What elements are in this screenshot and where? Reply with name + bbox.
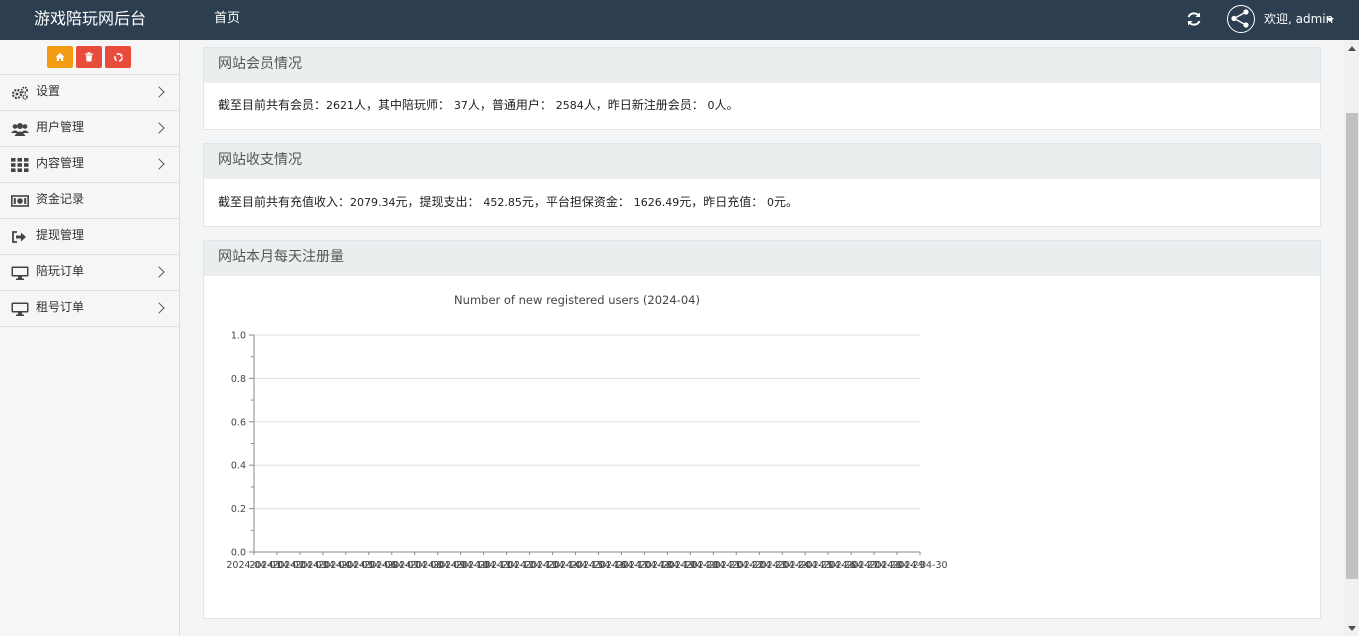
recycle-icon	[113, 52, 123, 62]
user-menu-toggle[interactable]: 欢迎, admin	[1264, 0, 1333, 40]
money-icon	[11, 195, 29, 207]
gears-icon	[11, 86, 28, 100]
home-button[interactable]	[47, 46, 73, 68]
chevron-right-icon	[153, 302, 165, 314]
sidebar-item-withdraw[interactable]: 提现管理	[0, 219, 179, 255]
chart-y-tick-label: 0.0	[231, 548, 246, 559]
recharge-income-value: 2079.34	[350, 196, 396, 209]
members-text: 人，昨日新注册会员：	[583, 98, 704, 112]
refresh-icon[interactable]	[1185, 10, 1203, 28]
finance-text: 截至目前共有充值收入：	[218, 195, 351, 209]
sidebar-item-label: 资金记录	[36, 192, 85, 206]
sign-out-icon	[12, 231, 26, 243]
trash-icon	[85, 52, 93, 62]
sidebar: 设置 用户管理 内容管理 资金记录 提现管理 陪玩订单 租号订单	[0, 40, 180, 636]
members-panel: 网站会员情况 截至目前共有会员：2621人，其中陪玩师： 37人，普通用户： 2…	[203, 47, 1321, 130]
yesterday-new-value: 0	[707, 99, 715, 112]
users-icon	[11, 123, 29, 136]
recycle-button[interactable]	[105, 46, 131, 68]
sidebar-item-label: 内容管理	[36, 156, 85, 170]
finance-text: 元。	[774, 195, 799, 209]
yesterday-recharge-value: 0	[767, 196, 775, 209]
members-panel-title: 网站会员情况	[204, 48, 1320, 83]
chart-y-tick-label: 0.4	[231, 461, 246, 472]
chart-y-axis: 0.0 0.2 0.4 0.6 0.8 1.0	[231, 331, 255, 559]
finance-panel: 网站收支情况 截至目前共有充值收入：2079.34元，提现支出： 452.85元…	[203, 143, 1321, 227]
chart-x-axis: 2024-04-012024-04-022024-04-032024-04-04…	[226, 551, 948, 571]
members-text: 人。	[714, 98, 739, 112]
regular-users-value: 2584	[555, 99, 584, 112]
grid-icon	[11, 158, 29, 172]
scrollbar-thumb[interactable]	[1346, 113, 1358, 579]
chevron-right-icon	[153, 158, 165, 170]
chevron-right-icon	[153, 122, 165, 134]
desktop-icon	[11, 266, 29, 280]
registrations-panel-title: 网站本月每天注册量	[204, 241, 1320, 276]
members-text: 截至目前共有会员：	[218, 98, 327, 112]
chevron-down-icon[interactable]	[1326, 18, 1334, 22]
finance-panel-title: 网站收支情况	[204, 144, 1320, 179]
chart-title: Number of new registered users (2024-04)	[454, 293, 700, 307]
guarantee-value: 1626.49	[633, 196, 680, 209]
finance-text: 元，提现支出：	[395, 195, 480, 209]
chevron-right-icon	[153, 86, 165, 98]
desktop-icon	[11, 302, 29, 316]
sidebar-item-funds[interactable]: 资金记录	[0, 183, 179, 219]
companions-value: 37	[453, 99, 468, 112]
registrations-panel: 网站本月每天注册量 Number of new registered users…	[203, 240, 1321, 619]
scroll-up-arrow[interactable]	[1348, 46, 1356, 51]
delete-cache-button[interactable]	[76, 46, 102, 68]
chart-grid	[254, 334, 920, 510]
chart-y-tick-label: 0.8	[231, 374, 246, 385]
withdraw-value: 452.85	[483, 196, 522, 209]
sidebar-item-rental-orders[interactable]: 租号订单	[0, 291, 179, 327]
sidebar-item-label: 提现管理	[36, 228, 85, 242]
chart-x-tick-label: 2024-04-30	[892, 560, 947, 571]
chevron-right-icon	[153, 266, 165, 278]
sidebar-item-label: 设置	[36, 84, 61, 98]
home-icon	[55, 53, 65, 61]
chart-y-tick-label: 0.2	[231, 504, 246, 515]
sidebar-item-companion-orders[interactable]: 陪玩订单	[0, 255, 179, 291]
sidebar-item-content[interactable]: 内容管理	[0, 147, 179, 183]
sidebar-item-label: 用户管理	[36, 120, 85, 134]
chart-y-tick-label: 1.0	[231, 331, 246, 342]
members-text: 人，其中陪玩师：	[354, 98, 451, 112]
sidebar-item-settings[interactable]: 设置	[0, 75, 179, 111]
top-navbar: 游戏陪玩网后台 首页 欢迎, admin	[0, 0, 1359, 40]
sidebar-item-users[interactable]: 用户管理	[0, 111, 179, 147]
share-nodes-icon	[1231, 9, 1249, 28]
registrations-chart: Number of new registered users (2024-04)…	[226, 293, 948, 571]
total-members-value: 2621	[326, 99, 355, 112]
brand-title[interactable]: 游戏陪玩网后台	[0, 0, 180, 40]
scroll-down-arrow[interactable]	[1348, 626, 1356, 631]
avatar[interactable]	[1227, 5, 1255, 33]
finance-text: 元，昨日充值：	[679, 195, 764, 209]
nav-home-link[interactable]: 首页	[214, 0, 240, 40]
sidebar-item-label: 陪玩订单	[36, 264, 85, 278]
chart-y-tick-label: 0.6	[231, 417, 246, 428]
quick-actions	[0, 40, 179, 75]
members-summary: 截至目前共有会员：2621人，其中陪玩师： 37人，普通用户： 2584人，昨日…	[204, 83, 1320, 128]
finance-summary: 截至目前共有充值收入：2079.34元，提现支出： 452.85元，平台担保资金…	[204, 179, 1320, 226]
finance-text: 元，平台担保资金：	[521, 195, 630, 209]
members-text: 人，普通用户：	[467, 98, 552, 112]
sidebar-item-label: 租号订单	[36, 300, 85, 314]
